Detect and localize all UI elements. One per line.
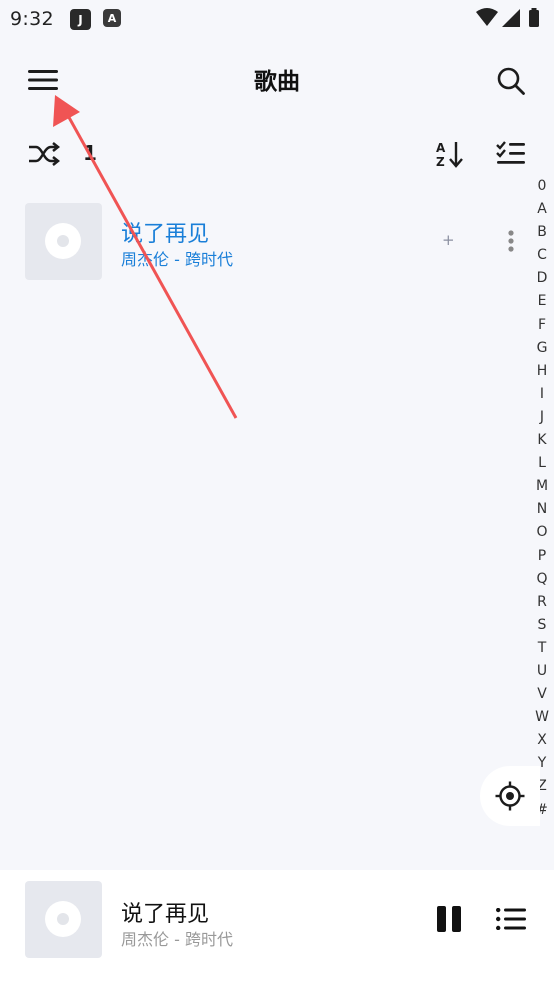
- add-to-playlist-button[interactable]: +: [442, 231, 455, 249]
- song-count: 1: [83, 141, 97, 165]
- alphabet-index-letter[interactable]: K: [528, 429, 554, 452]
- signal-icon: [502, 9, 520, 27]
- alphabet-index-letter[interactable]: J: [528, 406, 554, 429]
- app-notification-icon: J: [70, 9, 91, 30]
- alphabet-index-letter[interactable]: M: [528, 475, 554, 498]
- shuffle-icon[interactable]: [28, 141, 60, 167]
- alphabet-index-letter[interactable]: W: [528, 706, 554, 729]
- search-icon[interactable]: [496, 66, 526, 96]
- alphabet-index-letter[interactable]: N: [528, 498, 554, 521]
- alphabet-index-letter[interactable]: V: [528, 683, 554, 706]
- disc-icon: [45, 901, 81, 937]
- mini-player-cover: [25, 881, 102, 958]
- sort-az-icon[interactable]: A Z: [435, 140, 465, 168]
- svg-text:Z: Z: [436, 155, 445, 168]
- mini-player[interactable]: 说了再见 周杰伦 - 跨时代: [0, 870, 554, 984]
- alphabet-index-letter[interactable]: G: [528, 337, 554, 360]
- alphabet-index-letter[interactable]: T: [528, 637, 554, 660]
- alphabet-index-letter[interactable]: B: [528, 221, 554, 244]
- alphabet-index-letter[interactable]: H: [528, 360, 554, 383]
- more-options-icon[interactable]: [506, 230, 516, 254]
- alphabet-index-letter[interactable]: E: [528, 290, 554, 313]
- song-title: 说了再见: [121, 222, 210, 247]
- mini-player-title: 说了再见: [121, 902, 210, 927]
- alphabet-index-letter[interactable]: 0: [528, 175, 554, 198]
- pause-icon[interactable]: [437, 906, 462, 932]
- mini-player-subtitle: 周杰伦 - 跨时代: [121, 930, 233, 949]
- battery-icon: [529, 10, 539, 27]
- album-cover: [25, 203, 102, 280]
- disc-icon: [45, 223, 81, 259]
- alphabet-index-letter[interactable]: Q: [528, 568, 554, 591]
- wifi-icon: [476, 8, 498, 26]
- svg-text:A: A: [436, 141, 446, 155]
- alphabet-index-letter[interactable]: S: [528, 614, 554, 637]
- alphabet-index-letter[interactable]: R: [528, 591, 554, 614]
- alphabet-index[interactable]: 0 A B C D E F G H I J K L M N O P Q R S T U V W X Y Z #: [528, 175, 554, 822]
- alphabet-index-letter[interactable]: P: [528, 545, 554, 568]
- alphabet-index-letter[interactable]: I: [528, 383, 554, 406]
- list-item[interactable]: 说了再见 周杰伦 - 跨时代 +: [0, 192, 520, 290]
- page-title: 歌曲: [254, 69, 300, 95]
- alphabet-index-letter[interactable]: O: [528, 521, 554, 544]
- app-notification-icon: A: [103, 9, 121, 27]
- locate-current-button[interactable]: [480, 766, 540, 826]
- alphabet-index-letter[interactable]: A: [528, 198, 554, 221]
- song-artist-album: 周杰伦 - 跨时代: [121, 250, 233, 269]
- alphabet-index-letter[interactable]: F: [528, 314, 554, 337]
- locate-icon: [495, 781, 525, 811]
- status-icons: [476, 8, 539, 27]
- alphabet-index-letter[interactable]: C: [528, 244, 554, 267]
- multi-select-icon[interactable]: [496, 141, 526, 167]
- alphabet-index-letter[interactable]: L: [528, 452, 554, 475]
- alphabet-index-letter[interactable]: D: [528, 267, 554, 290]
- status-time: 9:32: [10, 8, 54, 30]
- playlist-icon[interactable]: [496, 908, 526, 930]
- alphabet-index-letter[interactable]: U: [528, 660, 554, 683]
- alphabet-index-letter[interactable]: X: [528, 729, 554, 752]
